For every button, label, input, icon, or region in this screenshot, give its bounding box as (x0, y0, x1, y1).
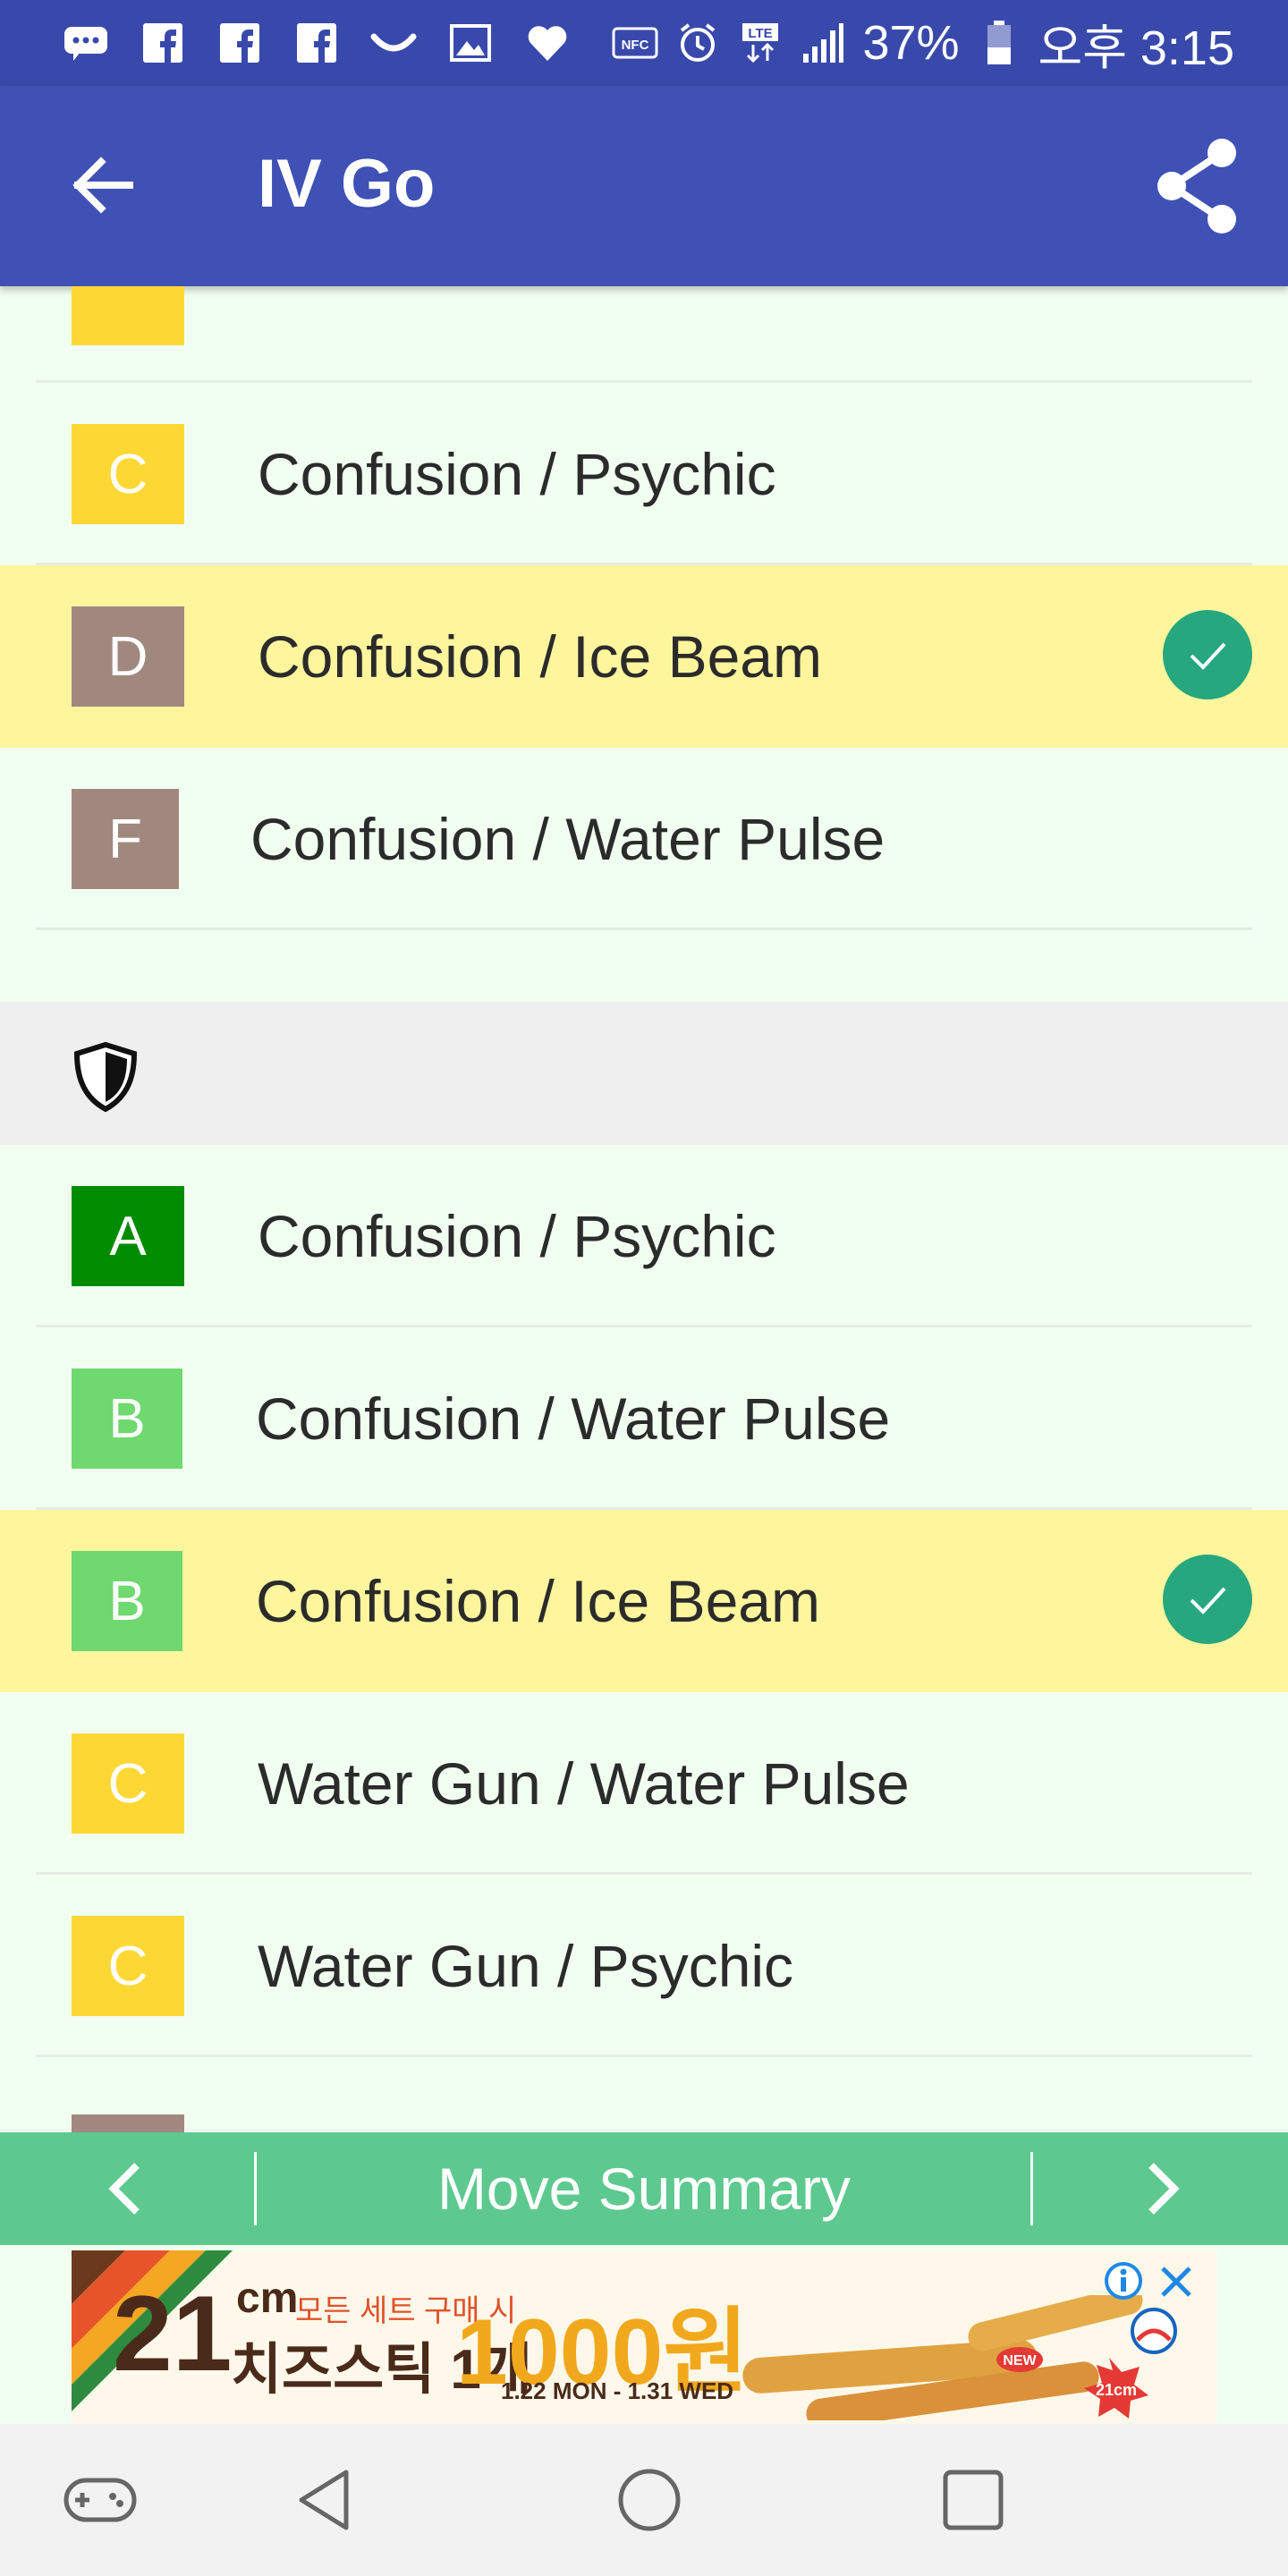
svg-text:LTE: LTE (749, 26, 773, 41)
check-icon (1163, 610, 1252, 699)
ad-badge-size: 21cm (1096, 2381, 1137, 2399)
facebook-icon (216, 23, 263, 63)
section-header-defense (0, 1002, 1288, 1145)
summary-title[interactable]: Move Summary (259, 2132, 1029, 2245)
share-button[interactable] (1145, 134, 1249, 238)
lte-icon: LTE (737, 21, 784, 64)
facebook-icon (293, 23, 340, 63)
alarm-icon (674, 21, 721, 64)
chevron-left-icon (108, 2163, 140, 2215)
move-name: Water Gun / Psychic (258, 1933, 794, 1999)
move-name: Confusion / Psychic (258, 441, 776, 507)
divider (1030, 2152, 1033, 2225)
list-item[interactable]: F Confusion / Water Pulse (0, 748, 1288, 930)
triangle-back-icon (299, 2470, 349, 2530)
next-button[interactable] (1109, 2132, 1216, 2245)
back-button[interactable] (54, 136, 152, 234)
previous-button[interactable] (72, 2132, 179, 2245)
system-status: NFC LTE 37% 오후 3:15 (612, 14, 1234, 75)
heart-icon (524, 23, 571, 63)
facebook-icon (140, 23, 186, 63)
game-tools-button[interactable] (55, 2455, 145, 2545)
svg-text:NFC: NFC (622, 38, 649, 53)
grade-badge: A (72, 1186, 184, 1286)
status-bar: NFC LTE 37% 오후 3:15 (0, 0, 1288, 86)
recents-button[interactable] (928, 2455, 1018, 2545)
grade-badge: C (72, 424, 184, 524)
smile-icon (370, 23, 417, 63)
home-button[interactable] (605, 2455, 694, 2545)
clock: 오후 3:15 (1038, 21, 1234, 75)
circle-home-icon (618, 2469, 681, 2531)
ad-area: 21 cm 모든 세트 구매 시 치즈스틱 1개 1000원 1.22 MON … (0, 2245, 1288, 2424)
image-icon (447, 23, 494, 63)
ad-badge-new: NEW (1003, 2353, 1037, 2368)
move-name: Confusion / Ice Beam (258, 623, 822, 690)
list-item[interactable]: C Water Gun / Water Pulse (0, 1692, 1288, 1875)
square-recents-icon (943, 2470, 1004, 2530)
ad-unit: cm (236, 2275, 299, 2322)
grade-badge: F (72, 789, 179, 889)
chat-icon (63, 23, 109, 63)
grade-badge: B (72, 1551, 182, 1651)
ad-dates: 1.22 MON - 1.31 WED (501, 2377, 734, 2404)
ad-close-icon[interactable] (1154, 2259, 1199, 2304)
ad-banner[interactable]: 21 cm 모든 세트 구매 시 치즈스틱 1개 1000원 1.22 MON … (72, 2250, 1216, 2424)
list-item[interactable]: B Confusion / Water Pulse (0, 1327, 1288, 1510)
ad-info-icon[interactable] (1104, 2261, 1143, 2301)
grade-badge: C (72, 1916, 184, 2016)
move-name: Confusion / Ice Beam (256, 1568, 820, 1634)
app-title: IV Go (258, 146, 436, 222)
list-item-selected[interactable]: B Confusion / Ice Beam (0, 1510, 1288, 1692)
list-item-selected[interactable]: D Confusion / Ice Beam (0, 565, 1288, 748)
grade-badge-partial (72, 286, 184, 345)
battery-percent: 37% (862, 16, 960, 70)
divider (254, 2152, 257, 2225)
move-summary-bar: Move Summary (0, 2132, 1288, 2245)
grade-badge: B (72, 1368, 182, 1469)
gamepad-icon (64, 2478, 137, 2522)
notification-icons (63, 20, 571, 66)
list-item[interactable]: C Water Gun / Psychic (0, 1875, 1288, 2057)
list-item[interactable]: A Confusion / Psychic (0, 1145, 1288, 1327)
arrow-left-icon (72, 157, 133, 214)
shield-icon (73, 1041, 138, 1113)
nfc-icon: NFC (612, 21, 658, 64)
list-item-partial[interactable] (0, 286, 1288, 383)
list-item[interactable]: C Confusion / Psychic (0, 383, 1288, 565)
battery-icon (976, 21, 1022, 64)
ad-size: 21 (113, 2274, 233, 2394)
chevron-right-icon (1148, 2163, 1180, 2215)
grade-badge: C (72, 1733, 184, 1834)
move-name: Confusion / Psychic (258, 1203, 776, 1269)
back-nav-button[interactable] (279, 2455, 369, 2545)
grade-badge: D (72, 606, 184, 707)
move-name: Confusion / Water Pulse (250, 806, 886, 872)
cheese-stick-image: NEW 21cm (742, 2295, 1177, 2420)
share-icon (1157, 139, 1236, 233)
check-icon (1163, 1555, 1252, 1644)
move-name: Water Gun / Water Pulse (258, 1750, 910, 1817)
app-bar: IV Go (0, 86, 1288, 286)
move-name: Confusion / Water Pulse (256, 1385, 891, 1452)
system-nav-bar (0, 2424, 1288, 2576)
signal-icon (800, 21, 846, 64)
